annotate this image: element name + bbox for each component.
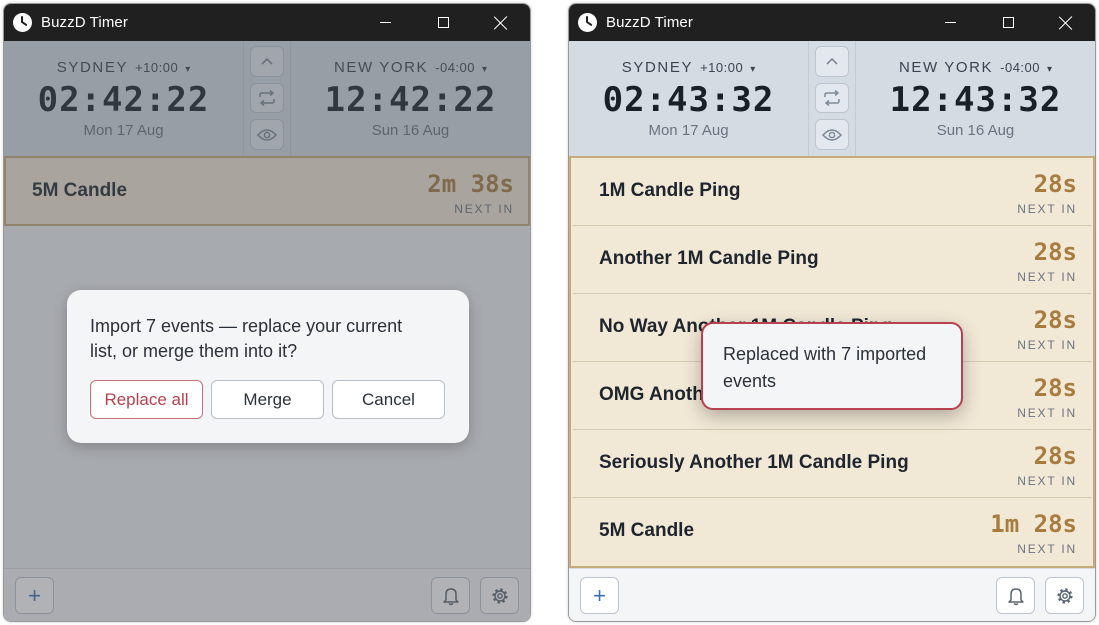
replace-all-button[interactable]: Replace all — [90, 380, 203, 419]
next-in-label: NEXT IN — [1017, 270, 1077, 284]
settings-button[interactable] — [1045, 577, 1084, 614]
title-bar: BuzzD Timer — [569, 4, 1095, 41]
import-dialog: Import 7 events — replace your current l… — [67, 290, 469, 443]
swap-icon — [824, 90, 840, 106]
screenshot-stage: BuzzD Timer SYDNEY +10:00 ▾ 02:42:22 Mon… — [0, 0, 1099, 625]
title-bar: BuzzD Timer — [4, 4, 530, 41]
window-title: BuzzD Timer — [41, 14, 128, 31]
next-in-label: NEXT IN — [1017, 406, 1077, 420]
maximize-button[interactable] — [414, 4, 472, 41]
next-in-label: NEXT IN — [1017, 202, 1077, 216]
close-button[interactable] — [472, 4, 530, 41]
clock-app-icon — [13, 13, 32, 32]
merge-button[interactable]: Merge — [211, 380, 324, 419]
add-event-button[interactable]: + — [580, 577, 619, 614]
minimize-button[interactable] — [356, 4, 414, 41]
cancel-button[interactable]: Cancel — [332, 380, 445, 419]
close-icon — [494, 16, 508, 30]
app-window-after-import: BuzzD Timer SYDNEY +10:00 ▾ 02:43:32 Mon… — [568, 3, 1096, 622]
close-icon — [1059, 16, 1073, 30]
app-window-import-dialog: BuzzD Timer SYDNEY +10:00 ▾ 02:42:22 Mon… — [3, 3, 531, 622]
clock-time: 02:43:32 — [602, 80, 775, 120]
caret-down-icon: ▾ — [750, 64, 756, 75]
clock-date: Sun 16 Aug — [936, 122, 1015, 139]
next-in-label: NEXT IN — [1017, 338, 1077, 352]
clock-app-icon — [578, 13, 597, 32]
eye-icon — [822, 128, 842, 141]
event-countdown: 28s — [1033, 374, 1077, 402]
list-item[interactable]: 5M Candle 1m 28s NEXT IN — [573, 498, 1091, 566]
clock-sydney: SYDNEY +10:00 ▾ 02:43:32 Mon 17 Aug — [569, 41, 809, 156]
list-item[interactable]: Seriously Another 1M Candle Ping 28s NEX… — [573, 430, 1091, 498]
event-name: 5M Candle — [599, 520, 695, 541]
clock-new-york: NEW YORK -04:00 ▾ 12:43:32 Sun 16 Aug — [855, 41, 1095, 156]
list-item[interactable]: Another 1M Candle Ping 28s NEXT IN — [573, 226, 1091, 294]
dialog-message: Import 7 events — replace your current l… — [90, 316, 403, 361]
close-button[interactable] — [1037, 4, 1095, 41]
utc-offset: -04:00 — [1000, 60, 1041, 75]
event-name: 1M Candle Ping — [599, 180, 741, 201]
next-in-label: NEXT IN — [1017, 474, 1077, 488]
footer-toolbar: + — [569, 568, 1095, 621]
collapse-button[interactable] — [815, 46, 849, 77]
caret-down-icon: ▾ — [1047, 64, 1053, 75]
maximize-icon — [1002, 17, 1014, 28]
event-name: Another 1M Candle Ping — [599, 248, 819, 269]
event-countdown: 28s — [1033, 170, 1077, 198]
utc-offset: +10:00 — [700, 60, 744, 75]
city-name: SYDNEY — [621, 59, 694, 76]
minimize-icon — [379, 22, 391, 23]
visibility-button[interactable] — [815, 119, 849, 151]
timezone-selector[interactable]: NEW YORK -04:00 ▾ — [899, 59, 1052, 76]
maximize-button[interactable] — [979, 4, 1037, 41]
clock-controls — [809, 41, 855, 156]
next-in-label: NEXT IN — [1017, 542, 1077, 556]
window-title: BuzzD Timer — [606, 14, 693, 31]
event-countdown: 28s — [1033, 238, 1077, 266]
bell-icon — [1007, 587, 1024, 605]
city-name: NEW YORK — [898, 59, 994, 76]
minimize-icon — [944, 22, 956, 23]
chevron-up-icon — [826, 58, 838, 65]
event-countdown: 28s — [1033, 442, 1077, 470]
clock-panel: SYDNEY +10:00 ▾ 02:43:32 Mon 17 Aug NEW … — [569, 41, 1095, 156]
notifications-button[interactable] — [996, 577, 1035, 614]
clock-time: 12:43:32 — [889, 80, 1062, 120]
event-countdown: 1m 28s — [990, 510, 1077, 538]
import-toast: Replaced with 7 imported events — [701, 322, 963, 410]
list-item[interactable]: 1M Candle Ping 28s NEXT IN — [573, 158, 1091, 226]
event-countdown: 28s — [1033, 306, 1077, 334]
toast-message: Replaced with 7 imported events — [723, 344, 927, 391]
event-name: Seriously Another 1M Candle Ping — [599, 452, 909, 473]
clock-date: Mon 17 Aug — [648, 122, 729, 139]
swap-button[interactable] — [815, 82, 849, 114]
maximize-icon — [437, 17, 449, 28]
minimize-button[interactable] — [921, 4, 979, 41]
timezone-selector[interactable]: SYDNEY +10:00 ▾ — [622, 59, 755, 76]
gear-icon — [1056, 587, 1073, 604]
